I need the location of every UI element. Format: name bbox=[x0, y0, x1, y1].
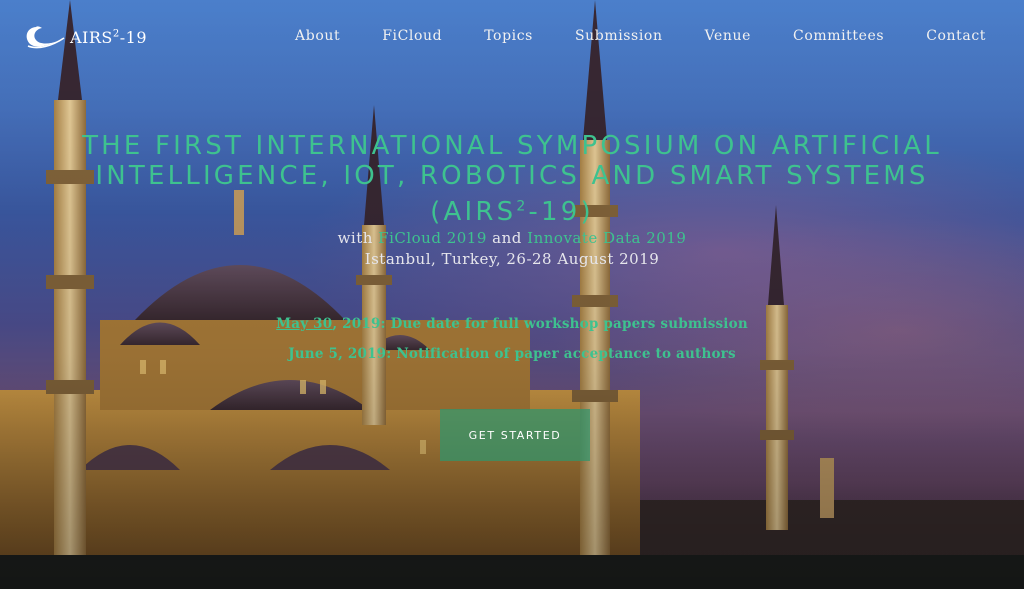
image-overlay bbox=[0, 0, 1024, 589]
nav-contact[interactable]: Contact bbox=[926, 28, 986, 44]
get-started-button[interactable]: GET STARTED bbox=[440, 409, 590, 461]
hero-background bbox=[0, 0, 1024, 589]
title-line-2: INTELLIGENCE, IOT, ROBOTICS AND SMART SY… bbox=[95, 161, 929, 191]
nav-topics[interactable]: Topics bbox=[484, 28, 533, 44]
site-logo[interactable]: AIRS2-19 bbox=[22, 24, 147, 50]
wave-swirl-icon bbox=[26, 26, 65, 49]
logo-text: AIRS2-19 bbox=[70, 27, 148, 47]
co-located-line: with FiCloud 2019 and Innovate Data 2019 bbox=[337, 229, 687, 247]
title-line-1: THE FIRST INTERNATIONAL SYMPOSIUM ON ART… bbox=[82, 131, 942, 161]
ficloud-link[interactable]: FiCloud 2019 bbox=[378, 229, 487, 247]
main-nav: About FiCloud Topics Submission Venue Co… bbox=[253, 28, 986, 44]
symposium-title: THE FIRST INTERNATIONAL SYMPOSIUM ON ART… bbox=[30, 131, 994, 227]
deadline-submission: May 30, 2019: Due date for full workshop… bbox=[276, 316, 748, 332]
title-line-3: (AIRS2-19) bbox=[430, 196, 594, 227]
deadline-date-link[interactable]: May 30 bbox=[276, 316, 332, 332]
deadline-notification: June 5, 2019: Notification of paper acce… bbox=[288, 346, 736, 362]
innovate-data-link[interactable]: Innovate Data 2019 bbox=[527, 229, 686, 247]
nav-submission[interactable]: Submission bbox=[575, 28, 663, 44]
nav-ficloud[interactable]: FiCloud bbox=[382, 28, 442, 44]
nav-committees[interactable]: Committees bbox=[793, 28, 884, 44]
location-date-line: Istanbul, Turkey, 26-28 August 2019 bbox=[364, 250, 660, 268]
nav-venue[interactable]: Venue bbox=[705, 28, 751, 44]
nav-about[interactable]: About bbox=[295, 28, 340, 44]
